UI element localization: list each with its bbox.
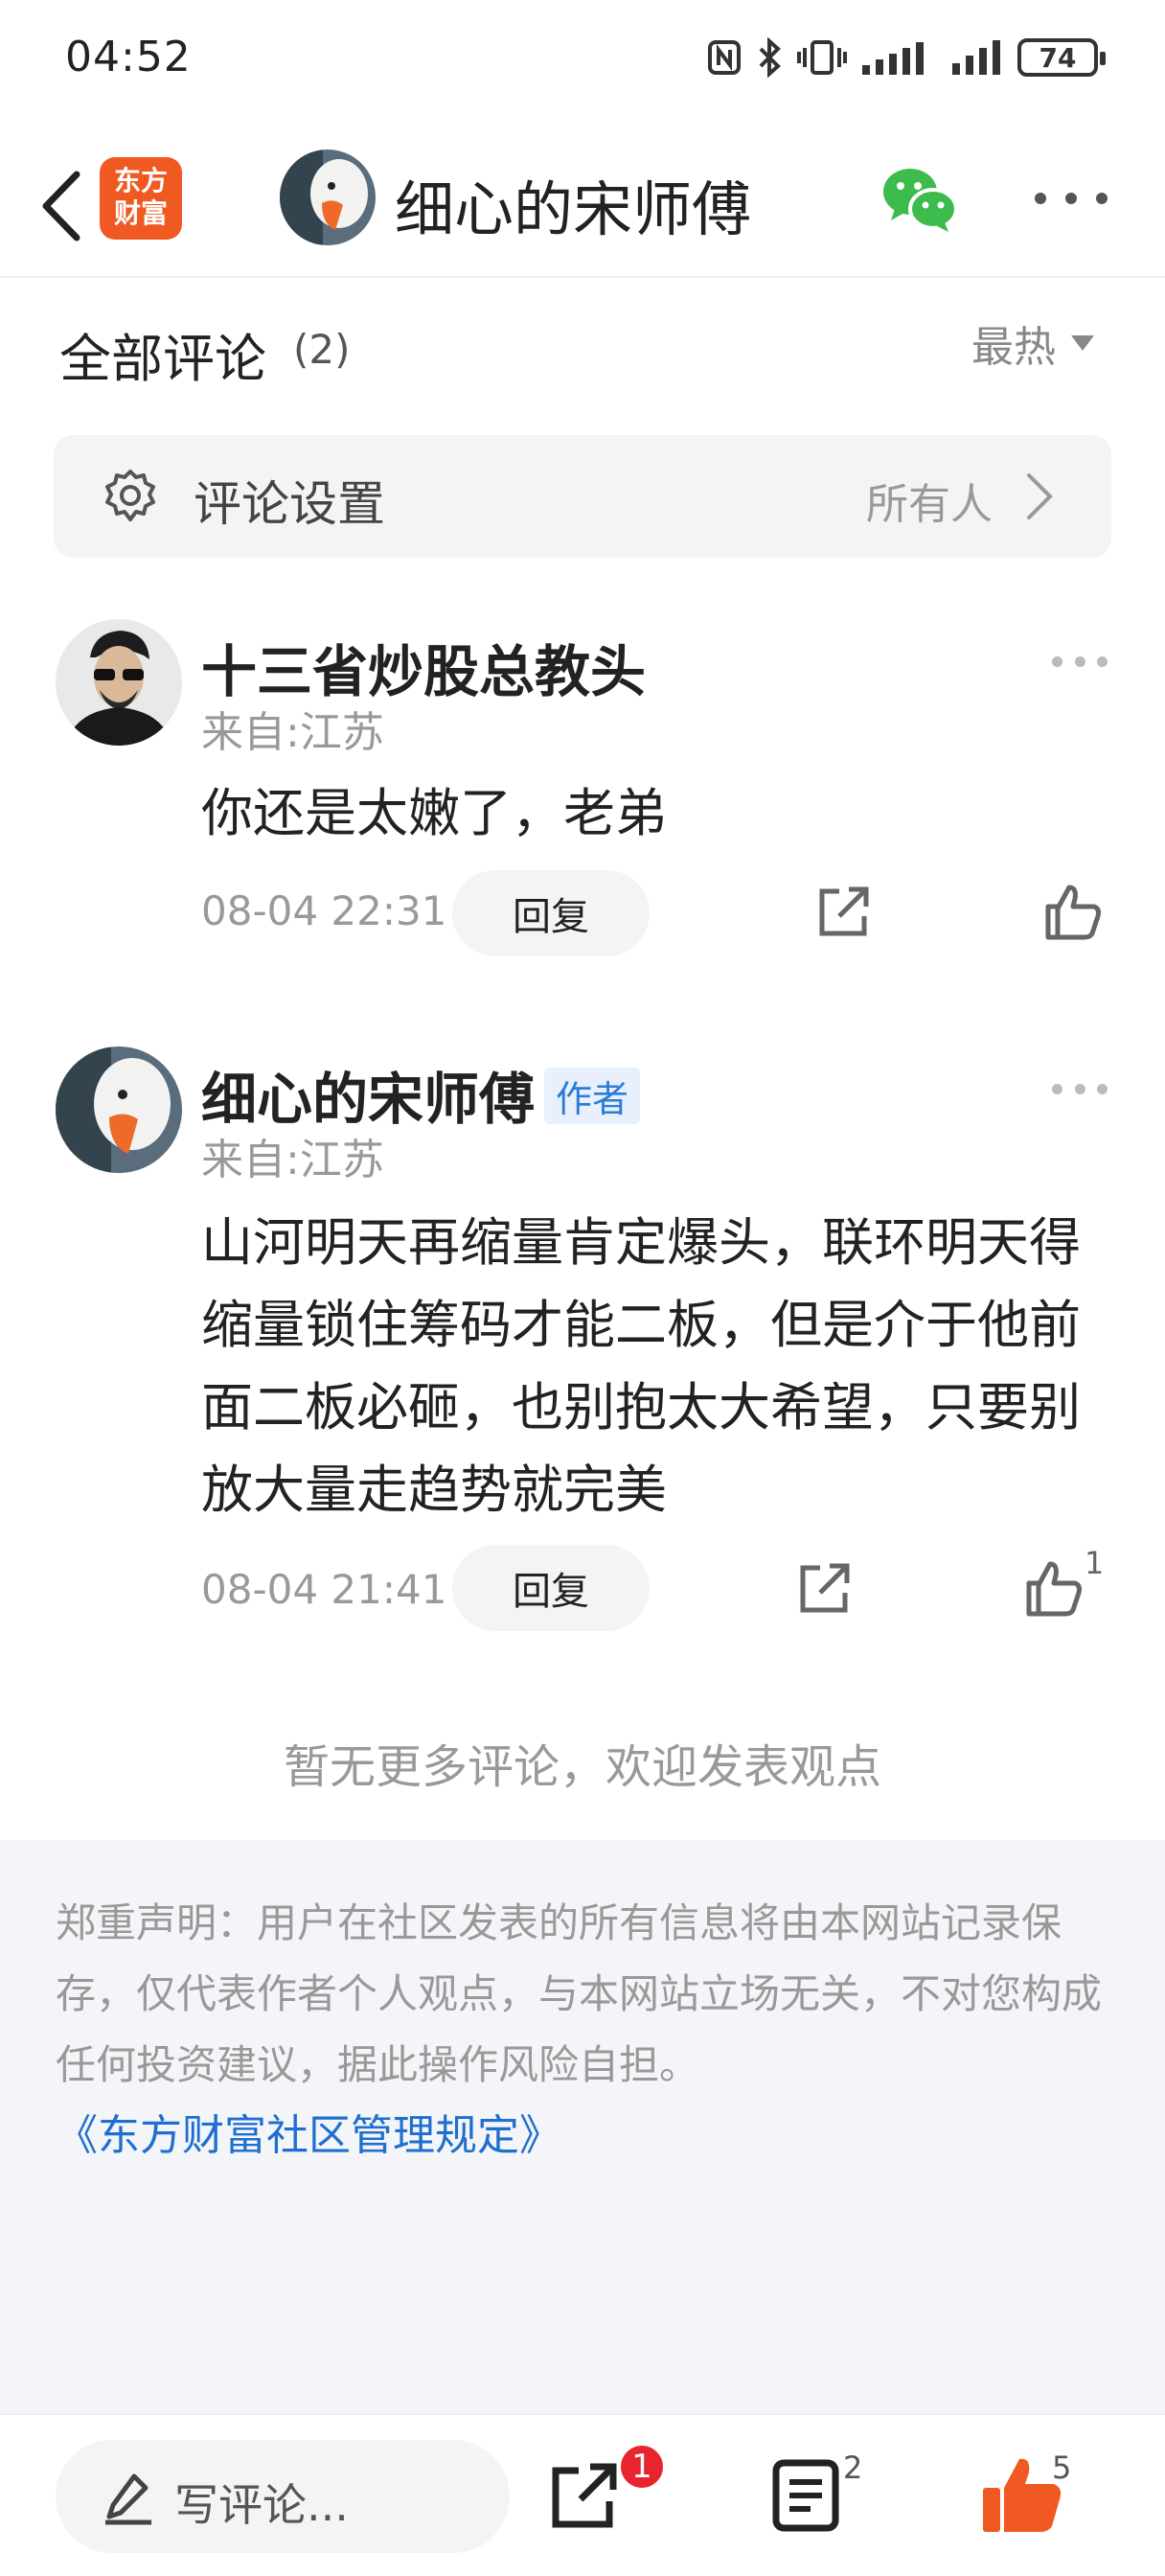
back-button[interactable] xyxy=(23,163,100,249)
page-title: 细心的宋师傅 xyxy=(395,174,752,244)
status-bar: 04:52 74 xyxy=(0,0,1165,115)
reply-button[interactable]: 回复 xyxy=(452,870,650,956)
thumbs-up-icon[interactable] xyxy=(1021,1554,1088,1622)
battery-indicator: 74 xyxy=(1017,38,1106,77)
comments-count: (2) xyxy=(293,326,351,373)
goose-avatar-image xyxy=(280,150,376,245)
write-comment-placeholder: 写评论... xyxy=(174,2479,349,2531)
share-badge: 1 xyxy=(617,2442,667,2492)
commenter-avatar[interactable] xyxy=(56,619,182,746)
settings-value: 所有人 xyxy=(866,480,993,529)
disclaimer-text: 郑重声明：用户在社区发表的所有信息将由本网站记录保存，仅代表作者个人观点，与本网… xyxy=(56,1899,1103,2088)
app-logo-line2: 财富 xyxy=(113,197,168,229)
commenter-location: 来自:江苏 xyxy=(201,1136,384,1184)
status-time: 04:52 xyxy=(65,33,192,81)
app-logo[interactable]: 东方 财富 xyxy=(100,157,182,240)
vibrate-icon xyxy=(797,40,847,75)
comment-time: 08-04 22:31 xyxy=(201,887,447,934)
like-count: 1 xyxy=(1085,1545,1105,1581)
write-comment-input[interactable]: 写评论... xyxy=(56,2440,510,2553)
wechat-share-button[interactable] xyxy=(879,163,960,240)
comment-item: 十三省炒股总教头 来自:江苏 你还是太嫩了，老弟 08-04 22:31 回复 xyxy=(0,619,1165,964)
comment-item: 细心的宋师傅 作者 来自:江苏 山河明天再缩量肯定爆头，联环明天得缩量锁住筹码才… xyxy=(0,1046,1165,1641)
chevron-right-icon xyxy=(1027,473,1053,519)
end-of-comments-text: 暂无更多评论，欢迎发表观点 xyxy=(283,1740,881,1794)
bluetooth-icon xyxy=(759,37,781,78)
disclaimer-section: 郑重声明：用户在社区发表的所有信息将由本网站记录保存，仅代表作者个人观点，与本网… xyxy=(0,1840,1165,2415)
list-icon[interactable] xyxy=(770,2457,841,2534)
goose-avatar-image xyxy=(56,1046,182,1173)
commenter-avatar[interactable] xyxy=(56,1046,182,1173)
author-badge: 作者 xyxy=(544,1068,641,1124)
bottom-bar: 写评论... 1 2 5 xyxy=(0,2413,1165,2576)
more-icon[interactable] xyxy=(1035,174,1108,222)
settings-label: 评论设置 xyxy=(194,476,385,532)
comments-title: 全部评论 xyxy=(59,329,266,389)
share-icon[interactable] xyxy=(546,2457,623,2534)
status-icons: 74 xyxy=(705,34,1106,80)
gear-icon xyxy=(105,470,155,521)
more-icon[interactable] xyxy=(1052,1079,1108,1098)
community-rules-link[interactable]: 《东方财富社区管理规定》 xyxy=(56,2101,561,2162)
comment-time: 08-04 21:41 xyxy=(201,1566,447,1613)
share-icon[interactable] xyxy=(811,878,878,945)
commenter-location: 来自:江苏 xyxy=(201,708,384,757)
comment-text: 你还是太嫩了，老弟 xyxy=(201,783,667,843)
nav-bar: 东方 财富 细心的宋师傅 xyxy=(0,134,1165,278)
share-icon[interactable] xyxy=(791,1554,858,1622)
back-arrow-icon xyxy=(42,171,80,242)
pen-icon xyxy=(105,2473,151,2525)
thumbs-up-icon[interactable] xyxy=(1040,878,1108,945)
list-count: 2 xyxy=(843,2450,863,2486)
sort-dropdown[interactable]: 最热 xyxy=(971,312,1094,374)
man-avatar-image xyxy=(56,619,182,746)
wechat-icon xyxy=(883,169,958,232)
signal-icon-2 xyxy=(952,40,1000,75)
reply-button[interactable]: 回复 xyxy=(452,1545,650,1631)
commenter-name[interactable]: 十三省炒股总教头 xyxy=(201,627,646,707)
app-logo-line1: 东方 xyxy=(113,165,168,196)
author-avatar[interactable] xyxy=(280,150,376,245)
caret-down-icon xyxy=(1071,335,1094,351)
more-icon[interactable] xyxy=(1052,652,1108,671)
commenter-name[interactable]: 细心的宋师傅 xyxy=(201,1054,535,1135)
comment-text: 山河明天再缩量肯定爆头，联环明天得缩量锁住筹码才能二板，但是介于他前面二板必砸，… xyxy=(201,1212,1081,1520)
signal-icon xyxy=(862,42,924,75)
sort-label: 最热 xyxy=(971,323,1056,372)
comment-settings-row[interactable]: 评论设置 所有人 xyxy=(54,435,1111,558)
nfc-icon xyxy=(708,40,741,75)
like-count: 5 xyxy=(1052,2450,1072,2486)
